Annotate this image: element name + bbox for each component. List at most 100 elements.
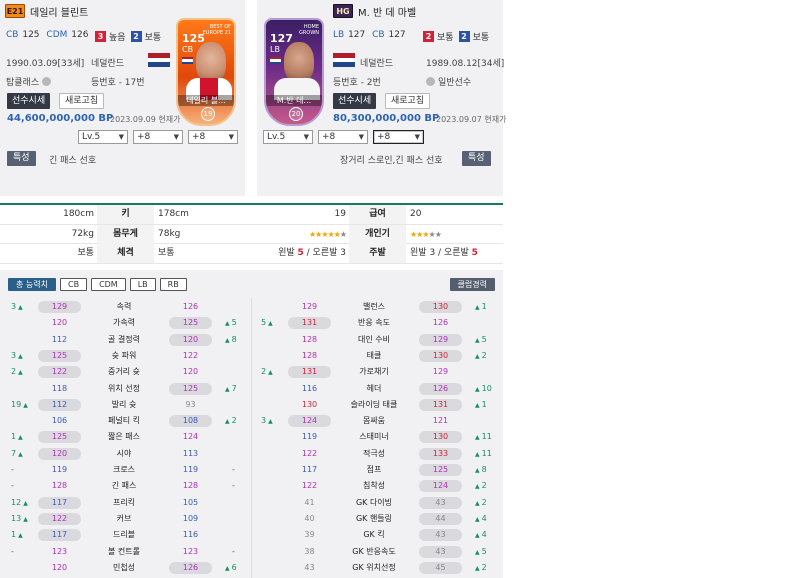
upgrade-select[interactable]: +8 ▼ [318, 130, 368, 144]
arrow-up-icon: ▲ [475, 304, 480, 311]
stat-row: 122 적극성 133 ▲ 11 [0, 446, 503, 462]
stat-diff: ▲ 2 [473, 478, 487, 495]
position-ovr: 127 [388, 30, 406, 40]
right-stat-value: 130 [419, 301, 462, 313]
stat-name: 몸싸움 [362, 416, 386, 426]
stat-diff: ▲ 1 [473, 299, 487, 316]
left-player-panel: E21 데일리 블린트 CB 125 CDM 126 3 높음 2 보통 199… [0, 0, 245, 196]
stat-row: 40 GK 핸들링 44 ▲ 4 [0, 511, 503, 527]
tab-lb[interactable]: LB [129, 278, 156, 291]
stat-name: GK 킥 [363, 530, 385, 540]
position-ovr: 127 [348, 30, 366, 40]
foot-value: 5 [471, 248, 478, 258]
chevron-down-icon: ▼ [303, 133, 309, 141]
player-portrait [284, 42, 314, 82]
arrow-up-icon: ▲ [475, 385, 480, 393]
upgrade-select-2[interactable]: +8 ▼ [373, 130, 424, 144]
right-stat-value: 43 [419, 529, 462, 542]
stat-name: GK 핸들링 [355, 513, 393, 523]
stat-diff: ▲ 11 [473, 446, 492, 463]
birth-date: 1989.08.12[34세] [426, 59, 505, 69]
upgrade-select-2[interactable]: +8 ▼ [188, 130, 238, 144]
club-tier: 일반선수 [426, 75, 471, 88]
stat-diff-value: 1 [481, 302, 487, 311]
level-select[interactable]: Lv.5 ▼ [78, 130, 128, 144]
price-date: 2023.09.09 현재가 [110, 115, 181, 124]
tab-total[interactable]: 총 능력치 [8, 278, 56, 291]
left-height: 180cm [63, 209, 94, 219]
stat-name: 슬라이딩 태클 [350, 399, 398, 409]
card-position: LB [270, 45, 280, 54]
tab-cb[interactable]: CB [59, 278, 88, 291]
left-stat-value: 128 [301, 334, 318, 344]
position-label: CB [6, 30, 19, 40]
stars-off: ★ [339, 229, 347, 239]
body-label: 체격 [97, 244, 154, 263]
left-stat-value: 129 [301, 302, 318, 311]
level-value: Lv.5 [82, 132, 101, 142]
stat-diff: 3 ▲ [261, 413, 275, 430]
stat-row: 128 태클 130 ▲ 2 [0, 348, 503, 364]
grade-icon [426, 77, 435, 86]
squad-number: 등번호 - 2번 [333, 78, 381, 88]
foot-value: 5 [297, 248, 304, 258]
weight-label: 몸무게 [97, 224, 154, 244]
left-weight: 72kg [71, 228, 94, 239]
price-button[interactable]: 선수시세 [7, 93, 51, 109]
left-stat-value: 128 [301, 350, 318, 360]
trait-button[interactable]: 특성 [462, 151, 491, 166]
netherlands-flag-icon [333, 53, 355, 67]
player-card-image[interactable]: HOME GROWN 127 LB M.반 데... 20 [264, 18, 324, 126]
left-skill-stars: ★★★★★★ [309, 225, 347, 244]
compare-row: 보통 체격 보통 왼발 5 / 오른발 3 주발 왼발 3 / 오른발 5 [0, 244, 503, 264]
level-select[interactable]: Lv.5 ▼ [263, 130, 313, 144]
work-rate: 3 높음 2 보통 [95, 30, 166, 43]
left-stat-value: 122 [301, 481, 318, 491]
upgrade-select[interactable]: +8 ▼ [133, 130, 183, 144]
trait-button[interactable]: 특성 [7, 151, 36, 166]
tab-rb[interactable]: RB [159, 278, 187, 291]
stat-diff-value: 4 [481, 513, 487, 523]
club-tier: 탑클래스 [6, 75, 52, 88]
defense-workrate: 보통 [144, 33, 162, 43]
position-ratings: CB 125 CDM 126 [6, 30, 92, 40]
stars-on: ★★★ [410, 229, 429, 239]
stat-diff: ▲ 1 [473, 397, 487, 414]
position-label: LB [333, 30, 345, 40]
left-stat-value: 124 [288, 415, 331, 428]
stat-diff-value: 4 [481, 530, 487, 540]
stat-tabs: 총 능력치 CB CDM LB RB [8, 278, 191, 291]
refresh-button[interactable]: 새로고침 [59, 93, 105, 109]
left-stat-value: 122 [301, 448, 318, 458]
stat-diff-value: 2 [481, 481, 487, 491]
nationality: 네덜란드 [360, 59, 394, 69]
right-stat-value: 43 [419, 496, 462, 509]
right-stat-value: 43 [419, 545, 462, 558]
left-player-title[interactable]: E21 데일리 블린트 [5, 3, 88, 19]
right-player-title[interactable]: HG M. 반 데 마벨 [333, 3, 416, 19]
arrow-up-icon: ▲ [475, 401, 480, 409]
refresh-button[interactable]: 새로고침 [385, 93, 431, 109]
club-history-button[interactable]: 클럽경력 [449, 278, 495, 291]
right-body: 보통 [158, 248, 175, 258]
player-portrait [196, 42, 226, 82]
position-ratings: LB 127 CB 127 [333, 30, 410, 40]
stat-name: 침착성 [362, 481, 386, 491]
squad-number: 등번호 - 17번 [91, 78, 145, 88]
player-card-image[interactable]: BEST OF EUROPE 21 125 CB 데일리 블... 19 [176, 18, 236, 126]
foot-value: 3 [429, 248, 436, 258]
price-button[interactable]: 선수시세 [333, 93, 377, 109]
stat-diff-value: 5 [481, 334, 487, 344]
right-stat-value: 129 [419, 333, 462, 346]
stat-diff: ▲ 2 [473, 560, 487, 577]
nationality: 네덜란드 [91, 59, 125, 69]
tab-cdm[interactable]: CDM [91, 278, 126, 291]
stat-name: GK 위치선정 [352, 562, 396, 572]
card-position: CB [182, 45, 194, 54]
player-price: 80,300,000,000 BP [333, 113, 440, 124]
stat-name: 대인 수비 [358, 334, 390, 344]
right-stat-value: 131 [419, 398, 462, 411]
card-ovr: 125 [182, 32, 205, 45]
profile-compare-table: 180cm 키 178cm 19 급여 20 72kg 몸무게 78kg ★★★… [0, 203, 503, 264]
compare-row: 180cm 키 178cm 19 급여 20 [0, 205, 503, 225]
